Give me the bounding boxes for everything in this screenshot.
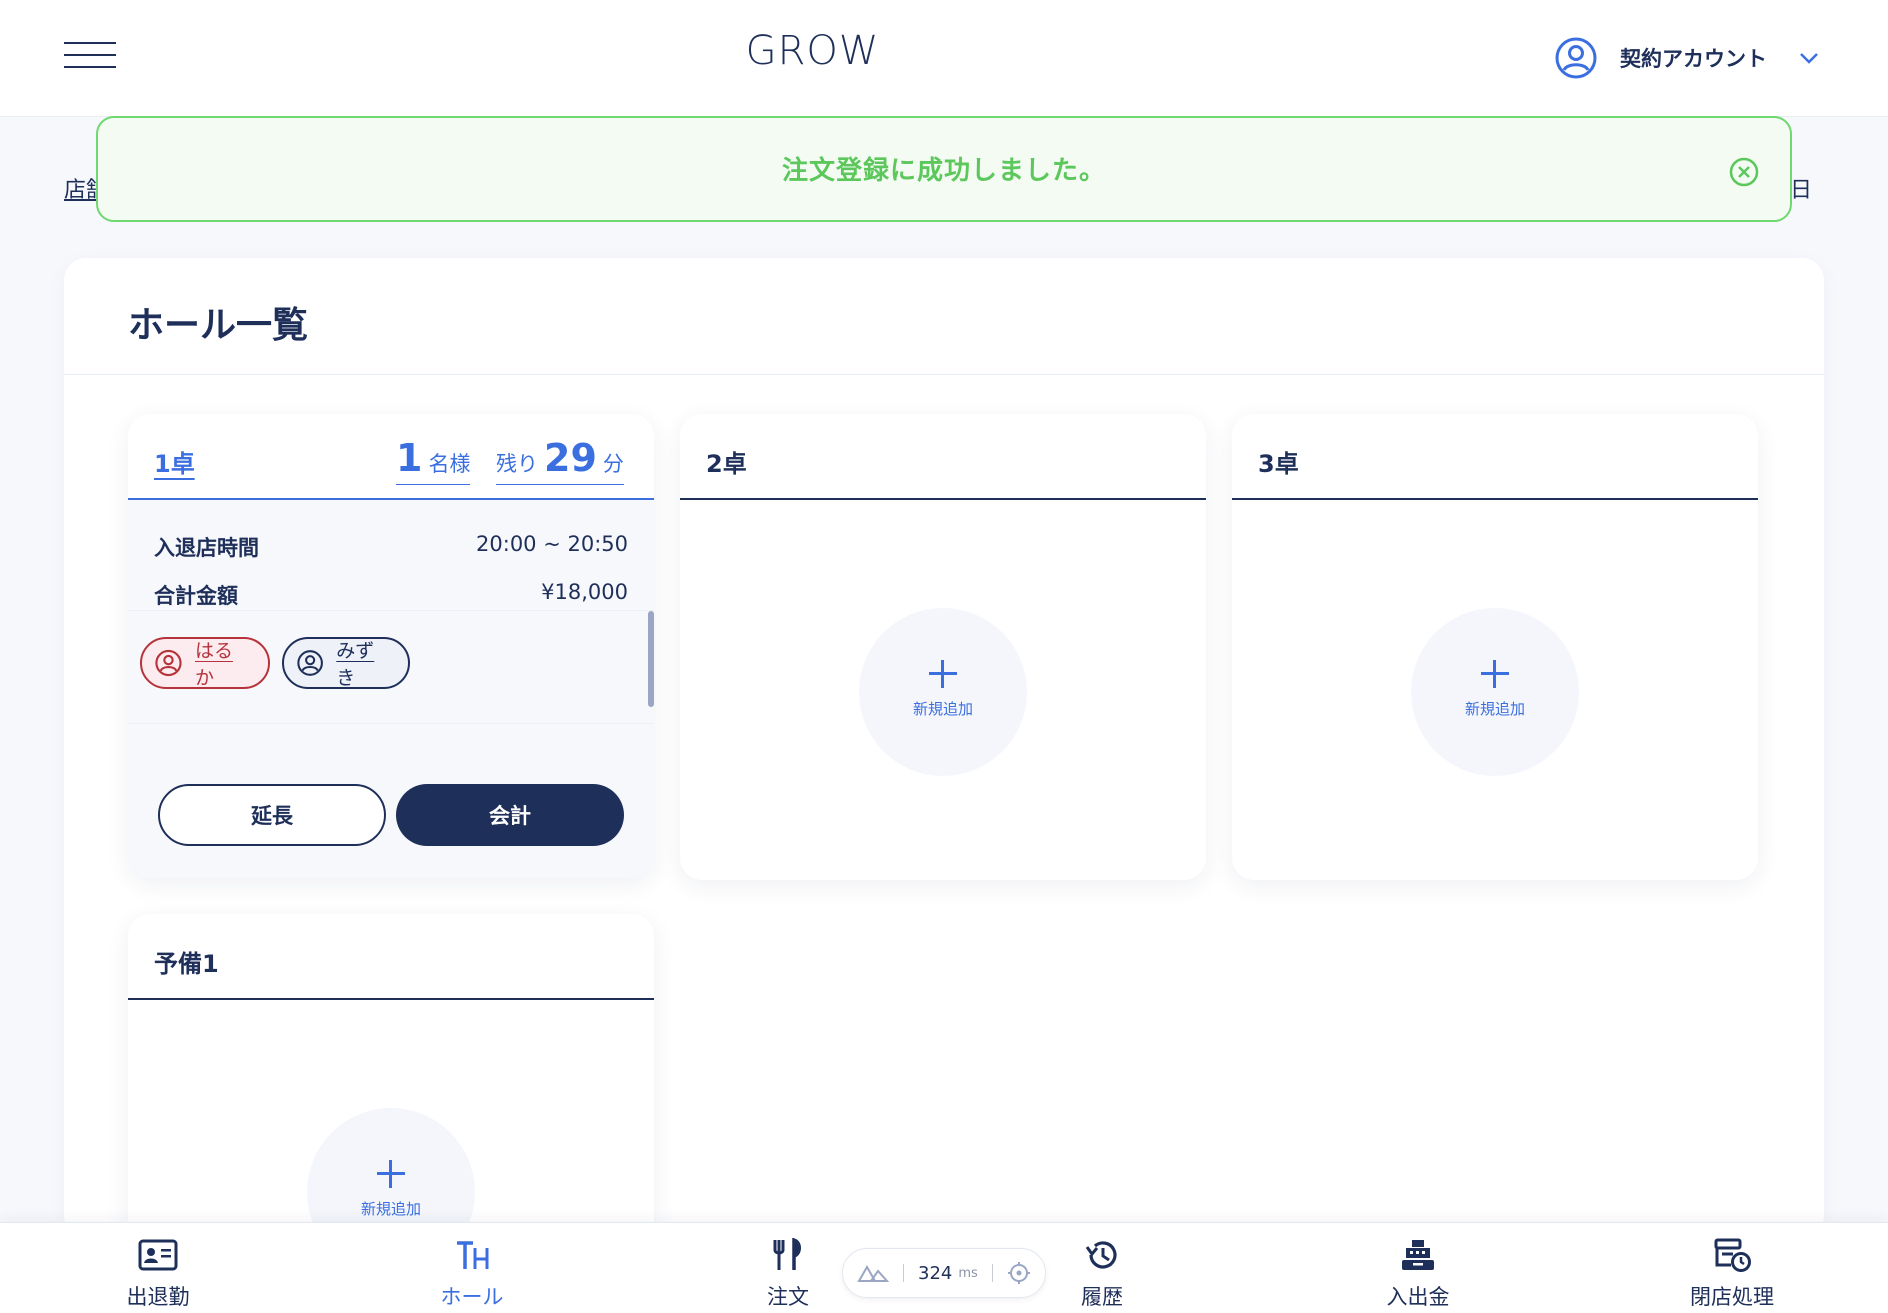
close-icon[interactable]	[1728, 156, 1760, 188]
cash-register-icon	[1402, 1240, 1434, 1270]
user-circle-icon	[155, 649, 182, 677]
add-order-button[interactable]: 新規追加	[1411, 608, 1579, 776]
nav-attendance[interactable]: 出退勤	[78, 1237, 238, 1311]
date-label: 日	[1790, 178, 1813, 203]
nav-label: 閉店処理	[1690, 1285, 1774, 1309]
table-card-header: 1卓 1 名様 残り 29 分	[128, 414, 654, 500]
nav-label: ホール	[440, 1285, 504, 1309]
perf-badge[interactable]: 324 ms	[842, 1248, 1046, 1298]
success-toast: 注文登録に成功しました。	[96, 116, 1792, 222]
id-card-icon	[138, 1239, 178, 1271]
guest-count[interactable]: 1 名様	[396, 436, 471, 485]
nav-cash[interactable]: 入出金	[1338, 1237, 1498, 1311]
nav-label: 履歴	[1081, 1285, 1123, 1309]
staff-chip[interactable]: はるか	[140, 637, 270, 689]
add-label: 新規追加	[1464, 700, 1525, 718]
table-card-header: 予備1	[128, 914, 654, 1000]
plus-icon	[929, 660, 957, 688]
remaining-number: 29	[544, 436, 597, 480]
table-card-2: 2卓 新規追加	[680, 414, 1206, 880]
nav-history[interactable]: 履歴	[1022, 1237, 1182, 1311]
separator	[991, 1264, 993, 1282]
nav-close-store[interactable]: 閉店処理	[1652, 1237, 1812, 1311]
user-circle-icon	[297, 650, 323, 676]
separator	[903, 1264, 904, 1282]
app-header: GROW 契約アカウント	[0, 0, 1888, 117]
staff-name: みずき	[336, 640, 375, 689]
perf-value: 324	[918, 1262, 953, 1284]
time-row: 入退店時間 20:00 ~ 20:50	[154, 532, 628, 562]
total-value: ¥18,000	[541, 580, 628, 604]
table-card-header: 2卓	[680, 414, 1206, 500]
nav-hall[interactable]: ホール	[392, 1237, 552, 1311]
guest-number: 1	[396, 436, 423, 480]
remaining-prefix: 残り	[496, 452, 538, 476]
table-card-header: 3卓	[1232, 414, 1758, 500]
page-title: ホール一覧	[128, 305, 309, 346]
extend-button[interactable]: 延長	[158, 784, 386, 846]
perf-unit: ms	[958, 1265, 978, 1281]
total-row: 合計金額 ¥18,000	[154, 580, 628, 610]
total-label: 合計金額	[154, 584, 238, 608]
add-label: 新規追加	[912, 700, 973, 718]
nuxt-icon	[857, 1264, 889, 1282]
add-order-button[interactable]: 新規追加	[859, 608, 1027, 776]
staff-name: はるか	[194, 640, 233, 689]
app-logo: GROW	[745, 28, 880, 74]
divider	[64, 374, 1824, 375]
table-card-3: 3卓 新規追加	[1232, 414, 1758, 880]
table-name: 3卓	[1258, 450, 1299, 478]
time-value: 20:00 ~ 20:50	[476, 532, 628, 556]
time-label: 入退店時間	[154, 536, 259, 560]
nav-label: 入出金	[1386, 1285, 1450, 1309]
account-label: 契約アカウント	[1620, 47, 1767, 71]
chevron-down-icon	[1800, 53, 1818, 64]
nav-label: 出退勤	[126, 1285, 190, 1309]
account-menu[interactable]: 契約アカウント	[1554, 36, 1819, 80]
guest-unit: 名様	[428, 452, 471, 476]
scrollbar[interactable]	[648, 611, 654, 707]
nav-label: 注文	[767, 1285, 809, 1309]
table-name: 2卓	[706, 450, 747, 478]
table-name: 予備1	[154, 950, 219, 978]
add-order-button[interactable]: 新規追加	[307, 1108, 475, 1238]
staff-list[interactable]: はるか みずき	[128, 610, 654, 724]
remaining-time[interactable]: 残り 29 分	[496, 436, 624, 485]
plus-icon	[1481, 660, 1509, 688]
cutlery-icon	[773, 1238, 801, 1270]
table-icon	[457, 1241, 489, 1269]
staff-chip[interactable]: みずき	[282, 637, 410, 689]
user-circle-icon	[1555, 37, 1597, 79]
plus-icon	[377, 1160, 405, 1188]
table-name[interactable]: 1卓	[154, 444, 195, 479]
checkout-button[interactable]: 会計	[396, 784, 624, 846]
table-card-reserve-1: 予備1 新規追加	[128, 914, 654, 1238]
hall-panel: ホール一覧 1卓 1 名様 残り 29 分 入退店時間 20:00 ~ 20:50 合…	[64, 258, 1824, 1238]
table-card-1: 1卓 1 名様 残り 29 分 入退店時間 20:00 ~ 20:50 合計金額 ¥1…	[128, 414, 654, 878]
add-label: 新規追加	[360, 1200, 421, 1218]
toast-message: 注文登録に成功しました。	[781, 156, 1106, 186]
remaining-unit: 分	[602, 452, 624, 476]
crosshair-icon[interactable]	[1007, 1261, 1031, 1285]
store-close-icon	[1714, 1238, 1751, 1272]
history-icon	[1085, 1241, 1117, 1269]
